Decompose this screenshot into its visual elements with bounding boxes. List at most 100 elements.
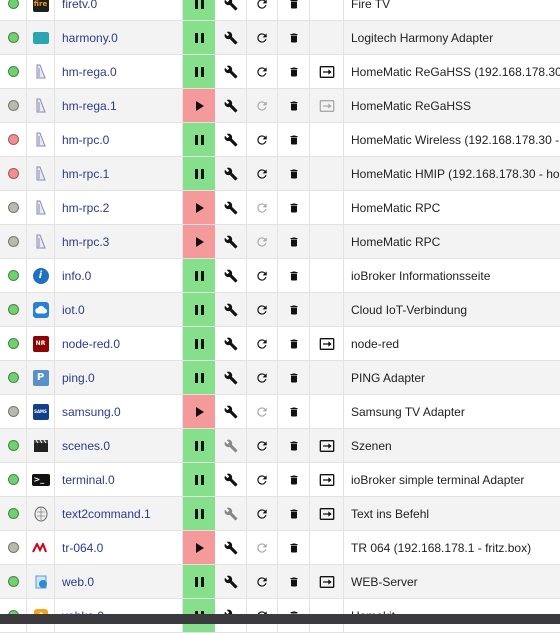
instance-row: Pping.0 PING Adapter	[0, 361, 560, 395]
delete-button[interactable]	[278, 225, 310, 258]
restart-button[interactable]	[247, 293, 278, 326]
delete-button[interactable]	[278, 89, 310, 122]
configure-button[interactable]	[215, 55, 247, 88]
delete-button[interactable]	[278, 327, 310, 360]
configure-button[interactable]	[215, 463, 247, 496]
instance-name[interactable]: terminal.0	[55, 463, 183, 496]
delete-button[interactable]	[278, 361, 310, 394]
configure-button[interactable]	[215, 89, 247, 122]
instance-name[interactable]: scenes.0	[55, 429, 183, 462]
pause-button[interactable]	[183, 497, 215, 530]
restart-button	[247, 531, 278, 564]
instance-title: ioBroker simple terminal Adapter	[351, 472, 525, 487]
start-button[interactable]	[183, 89, 215, 122]
delete-button[interactable]	[278, 429, 310, 462]
start-button[interactable]	[183, 225, 215, 258]
instance-name[interactable]: hm-rega.0	[55, 55, 183, 88]
instance-name[interactable]: info.0	[55, 259, 183, 292]
instance-name[interactable]: node-red.0	[55, 327, 183, 360]
delete-button[interactable]	[278, 293, 310, 326]
pause-button[interactable]	[183, 361, 215, 394]
configure-button[interactable]	[215, 395, 247, 428]
pause-button[interactable]	[183, 293, 215, 326]
pause-button[interactable]	[183, 259, 215, 292]
configure-button[interactable]	[215, 361, 247, 394]
restart-button[interactable]	[247, 429, 278, 462]
delete-button[interactable]	[278, 21, 310, 54]
delete-button[interactable]	[278, 157, 310, 190]
instance-name[interactable]: web.0	[55, 565, 183, 598]
firetv-icon: fire	[32, 0, 49, 12]
instance-name[interactable]: hm-rpc.3	[55, 225, 183, 258]
trash-icon	[288, 473, 300, 487]
open-link-button[interactable]	[310, 497, 344, 530]
configure-button[interactable]	[215, 531, 247, 564]
restart-button[interactable]	[247, 463, 278, 496]
restart-button[interactable]	[247, 0, 278, 20]
configure-button[interactable]	[215, 497, 247, 530]
restart-button[interactable]	[247, 157, 278, 190]
configure-button[interactable]	[215, 123, 247, 156]
instance-name[interactable]: hm-rpc.2	[55, 191, 183, 224]
delete-button[interactable]	[278, 123, 310, 156]
configure-button[interactable]	[215, 157, 247, 190]
open-link-button[interactable]	[310, 327, 344, 360]
start-button[interactable]	[183, 531, 215, 564]
instance-name[interactable]: hm-rpc.1	[55, 157, 183, 190]
pause-button[interactable]	[183, 157, 215, 190]
restart-button[interactable]	[247, 327, 278, 360]
instance-name[interactable]: text2command.1	[55, 497, 183, 530]
pause-button[interactable]	[183, 429, 215, 462]
delete-button[interactable]	[278, 463, 310, 496]
open-in-icon	[319, 507, 335, 521]
restart-button[interactable]	[247, 565, 278, 598]
restart-button[interactable]	[247, 259, 278, 292]
adapter-icon-cell	[27, 497, 55, 530]
restart-icon	[255, 65, 269, 79]
instance-name[interactable]: ping.0	[55, 361, 183, 394]
delete-button[interactable]	[278, 0, 310, 20]
instance-name[interactable]: firetv.0	[55, 0, 183, 20]
instance-name[interactable]: hm-rpc.0	[55, 123, 183, 156]
configure-button[interactable]	[215, 293, 247, 326]
pause-button[interactable]	[183, 21, 215, 54]
delete-button[interactable]	[278, 531, 310, 564]
instance-name[interactable]: iot.0	[55, 293, 183, 326]
delete-button[interactable]	[278, 497, 310, 530]
pause-button[interactable]	[183, 327, 215, 360]
configure-button[interactable]	[215, 21, 247, 54]
configure-button[interactable]	[215, 565, 247, 598]
configure-button[interactable]	[215, 0, 247, 20]
restart-button[interactable]	[247, 123, 278, 156]
pause-button[interactable]	[183, 565, 215, 598]
configure-button[interactable]	[215, 429, 247, 462]
configure-button[interactable]	[215, 225, 247, 258]
open-link-button[interactable]	[310, 55, 344, 88]
instance-name[interactable]: harmony.0	[55, 21, 183, 54]
open-link-button[interactable]	[310, 565, 344, 598]
delete-button[interactable]	[278, 395, 310, 428]
pause-button[interactable]	[183, 55, 215, 88]
configure-button[interactable]	[215, 191, 247, 224]
configure-button[interactable]	[215, 327, 247, 360]
instance-name[interactable]: hm-rega.1	[55, 89, 183, 122]
pause-button[interactable]	[183, 463, 215, 496]
instance-name[interactable]: tr-064.0	[55, 531, 183, 564]
delete-button[interactable]	[278, 565, 310, 598]
pause-button[interactable]	[183, 123, 215, 156]
restart-button[interactable]	[247, 361, 278, 394]
pause-button[interactable]	[183, 0, 215, 20]
wrench-icon	[224, 507, 238, 521]
configure-button[interactable]	[215, 259, 247, 292]
restart-button[interactable]	[247, 497, 278, 530]
instance-name[interactable]: samsung.0	[55, 395, 183, 428]
open-link-button[interactable]	[310, 429, 344, 462]
restart-button[interactable]	[247, 21, 278, 54]
restart-button[interactable]	[247, 55, 278, 88]
delete-button[interactable]	[278, 191, 310, 224]
delete-button[interactable]	[278, 259, 310, 292]
delete-button[interactable]	[278, 55, 310, 88]
start-button[interactable]	[183, 395, 215, 428]
start-button[interactable]	[183, 191, 215, 224]
open-link-button[interactable]	[310, 463, 344, 496]
